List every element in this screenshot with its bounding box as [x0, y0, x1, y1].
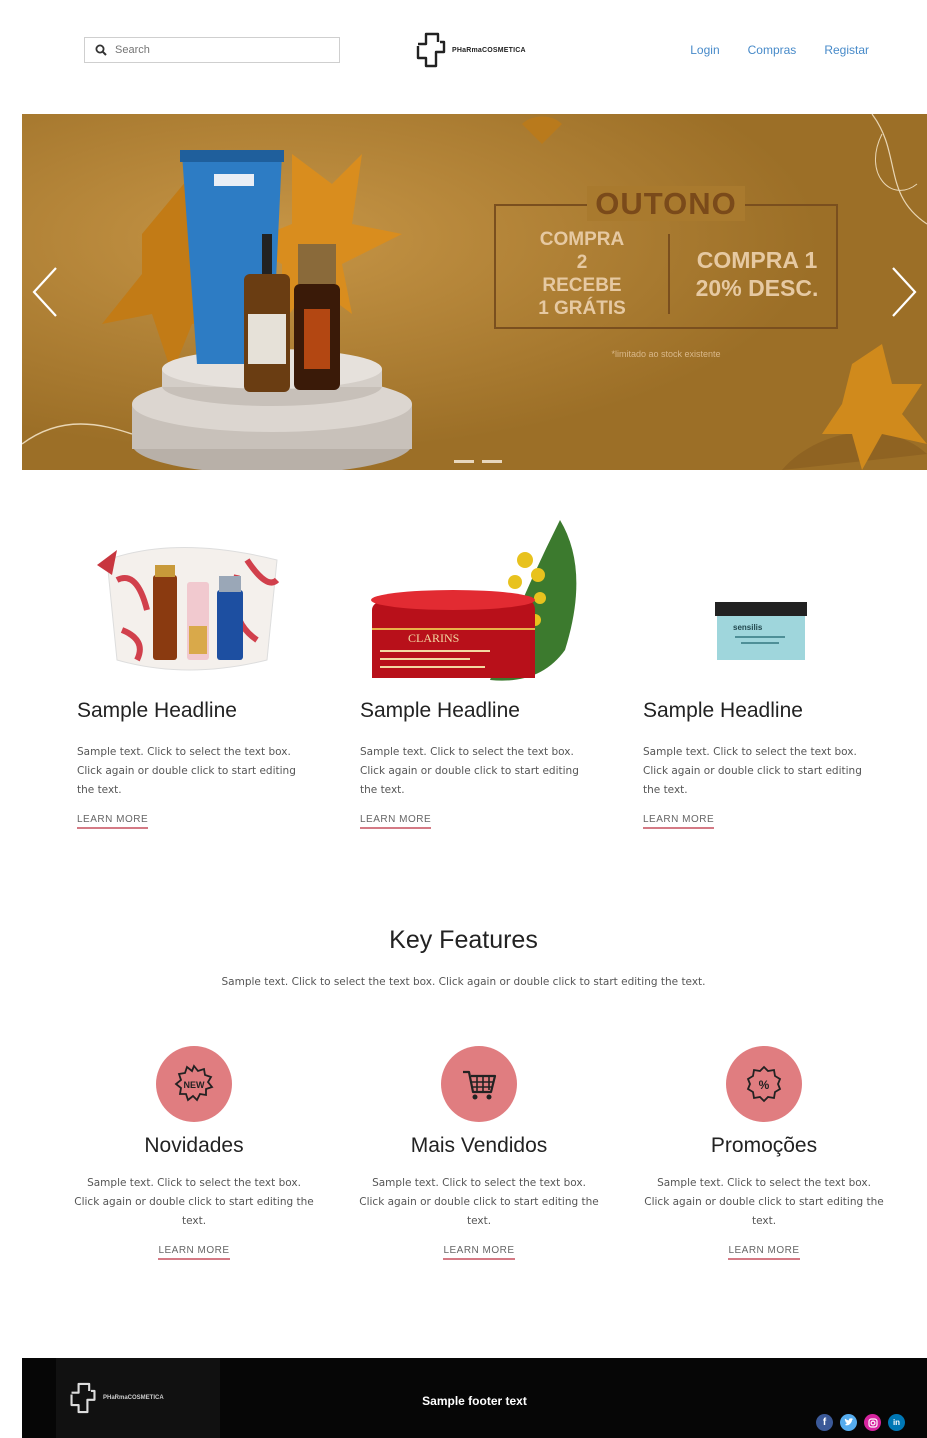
learn-more-link[interactable]: LEARN MORE — [77, 814, 149, 829]
product-brand-label: CLARINS — [408, 631, 459, 645]
product-image — [77, 520, 307, 685]
product-image: sensilis — [643, 520, 873, 685]
nav-compras[interactable]: Compras — [748, 43, 797, 57]
nav-registar[interactable]: Registar — [824, 43, 869, 57]
facebook-icon[interactable]: f — [816, 1414, 833, 1431]
product-brand-label: sensilis — [733, 623, 763, 632]
nav-login[interactable]: Login — [690, 43, 719, 57]
svg-text:NEW: NEW — [184, 1080, 206, 1090]
learn-more-link[interactable]: LEARN MORE — [360, 814, 432, 829]
search-input[interactable] — [113, 44, 327, 56]
slider-prev-arrow-icon[interactable] — [28, 264, 62, 320]
promo-box: OUTONO COMPRA 2 RECEBE 1 GRÁTIS COMPRA 1… — [494, 186, 838, 329]
logo-text: PHaRmaCOSMETICA — [452, 46, 526, 54]
learn-more-link[interactable]: LEARN MORE — [443, 1245, 515, 1260]
learn-more-link[interactable]: LEARN MORE — [643, 814, 715, 829]
product-card: sensilis Sample Headline Sample text. Cl… — [643, 520, 878, 829]
feature-mais-vendidos: Mais Vendidos Sample text. Click to sele… — [359, 1046, 599, 1260]
svg-text:%: % — [759, 1078, 770, 1092]
promo-offer-left: COMPRA 2 RECEBE 1 GRÁTIS — [538, 229, 626, 319]
feature-title: Novidades — [144, 1134, 244, 1157]
slider-indicators — [454, 460, 502, 463]
main-nav: Login Compras Registar — [690, 43, 869, 57]
promo-divider — [668, 234, 670, 314]
feature-title: Promoções — [710, 1134, 818, 1157]
logo-mark-icon — [416, 32, 446, 68]
hero-slider: OUTONO COMPRA 2 RECEBE 1 GRÁTIS COMPRA 1… — [22, 114, 927, 470]
promo-note: *limitado ao stock existente — [611, 349, 721, 359]
twitter-icon[interactable] — [840, 1414, 857, 1431]
percent-badge-icon: % — [746, 1065, 782, 1103]
feature-text: Sample text. Click to select the text bo… — [359, 1177, 599, 1227]
product-headline: Sample Headline — [643, 699, 803, 722]
site-logo[interactable]: PHaRmaCOSMETICA — [414, 30, 526, 70]
slider-next-arrow-icon[interactable] — [887, 264, 921, 320]
feature-icon-circle — [441, 1046, 517, 1122]
footer-text: Sample footer text — [422, 1394, 527, 1408]
search-box[interactable] — [84, 37, 340, 63]
feature-text: Sample text. Click to select the text bo… — [74, 1177, 314, 1227]
linkedin-icon[interactable]: in — [888, 1414, 905, 1431]
shopping-cart-icon — [463, 1070, 497, 1100]
feature-icon-circle: % — [726, 1046, 802, 1122]
learn-more-link[interactable]: LEARN MORE — [728, 1245, 800, 1260]
feature-icon-circle: NEW — [156, 1046, 232, 1122]
product-text: Sample text. Click to select the text bo… — [360, 746, 579, 796]
search-icon[interactable] — [89, 38, 113, 62]
product-headline: Sample Headline — [360, 699, 520, 722]
product-card: Sample Headline Sample text. Click to se… — [77, 520, 312, 829]
product-image: CLARINS — [360, 520, 590, 685]
feature-novidades: NEW Novidades Sample text. Click to sele… — [74, 1046, 314, 1260]
key-features-subtitle: Sample text. Click to select the text bo… — [221, 976, 706, 988]
instagram-icon[interactable] — [864, 1414, 881, 1431]
product-text: Sample text. Click to select the text bo… — [643, 746, 862, 796]
key-features-title: Key Features — [389, 926, 538, 954]
product-card: CLARINS Sample Headline Sample text. Cli… — [360, 520, 595, 829]
promo-offer-right: COMPRA 1 20% DESC. — [695, 247, 819, 301]
feature-promocoes: % Promoções Sample text. Click to select… — [644, 1046, 884, 1260]
feature-text: Sample text. Click to select the text bo… — [644, 1177, 884, 1227]
product-headline: Sample Headline — [77, 699, 237, 722]
feature-title: Mais Vendidos — [410, 1134, 548, 1157]
slider-dot[interactable] — [482, 460, 502, 463]
learn-more-link[interactable]: LEARN MORE — [158, 1245, 230, 1260]
site-header: PHaRmaCOSMETICA Login Compras Registar — [0, 0, 927, 100]
site-footer: PHaRmaCOSMETICA Sample footer text f in — [22, 1358, 927, 1438]
new-badge-icon: NEW — [174, 1064, 214, 1102]
social-links: f in — [816, 1414, 905, 1431]
promo-title: OUTONO — [496, 186, 836, 222]
product-text: Sample text. Click to select the text bo… — [77, 746, 296, 796]
slider-dot[interactable] — [454, 460, 474, 463]
